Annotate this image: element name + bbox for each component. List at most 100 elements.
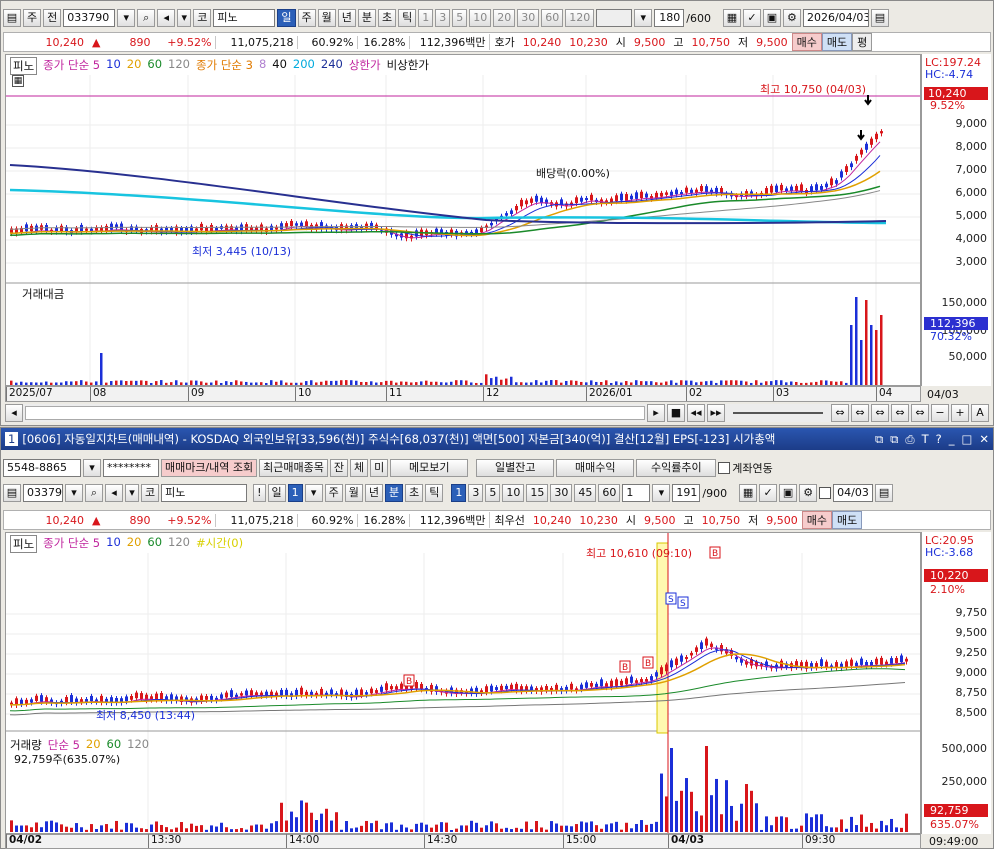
maximize-icon[interactable]: □ <box>961 432 972 447</box>
help-icon[interactable]: ? <box>936 432 942 447</box>
interval-3-button[interactable]: 3 <box>435 9 451 27</box>
fit-icon[interactable]: ⇔ <box>831 404 849 422</box>
count-input[interactable]: 191 <box>672 484 701 502</box>
stop-icon[interactable]: ■ <box>667 404 685 422</box>
calendar-icon[interactable]: ▤ <box>875 484 894 502</box>
interval-input[interactable]: 1 <box>622 484 651 502</box>
date-checkbox[interactable] <box>819 487 832 499</box>
chevron-down-icon[interactable]: ▾ <box>65 484 83 502</box>
interval-input[interactable] <box>596 9 633 27</box>
minimize-icon[interactable]: _ <box>949 432 955 447</box>
save-icon[interactable]: ▣ <box>762 9 781 27</box>
buy-button[interactable]: 매수 <box>801 511 832 529</box>
daily-balance-button[interactable]: 일별잔고 <box>476 459 555 477</box>
fit-icon[interactable]: ⇔ <box>851 404 869 422</box>
balance-checkbox[interactable]: 잔 <box>329 459 349 477</box>
trade-mark-lookup-button[interactable]: 매매마크/내역 조회 <box>161 459 258 477</box>
period-week-button[interactable]: 주 <box>324 484 343 502</box>
search-icon[interactable]: ⌕ <box>137 9 156 27</box>
interval-45-button[interactable]: 45 <box>574 484 597 502</box>
scroll-track[interactable] <box>25 406 645 420</box>
date-input[interactable]: 2026/04/03 <box>802 9 869 27</box>
interval-1-button[interactable]: 1 <box>451 484 467 502</box>
unit-tick-button[interactable]: 틱 <box>398 9 417 27</box>
font-icon[interactable]: T <box>922 432 929 447</box>
gear-icon[interactable]: ⚙ <box>782 9 801 27</box>
market-chevron[interactable]: ▾ <box>177 9 192 27</box>
chart-scrollbar[interactable]: ◂ ▸ ■ ◂◂ ▸▸ ⇔ ⇔ ⇔ ⇔ ⇔ − + A <box>5 404 989 422</box>
interval-20-button[interactable]: 20 <box>493 9 516 27</box>
period-day-button[interactable]: 일 <box>267 484 286 502</box>
menu-icon[interactable]: ▤ <box>3 484 21 502</box>
prev-button[interactable]: 전 <box>43 9 62 27</box>
sell-button[interactable]: 매도 <box>821 33 853 51</box>
fit-icon[interactable]: ⇔ <box>911 404 929 422</box>
unit-minute-button[interactable]: 분 <box>385 484 404 502</box>
gear-icon[interactable]: ⚙ <box>799 484 818 502</box>
interval-15-button[interactable]: 15 <box>526 484 549 502</box>
count-input[interactable]: 180 <box>654 9 685 27</box>
interval-3-button[interactable]: 3 <box>468 484 484 502</box>
unit-minute-button[interactable]: 분 <box>357 9 376 27</box>
chevron-down-icon[interactable]: ▾ <box>83 459 101 477</box>
text-icon[interactable]: A <box>971 404 989 422</box>
fast-back-icon[interactable]: ◂◂ <box>687 404 705 422</box>
menu-icon[interactable]: ▤ <box>3 9 21 27</box>
trade-profit-button[interactable]: 매매수익 <box>556 459 635 477</box>
account-link-checkbox[interactable] <box>718 462 731 474</box>
close-icon[interactable]: ✕ <box>979 432 989 447</box>
stock-code-input[interactable]: 033790 <box>23 484 63 502</box>
chevron-down-icon[interactable]: ▾ <box>634 9 653 27</box>
unit-second-button[interactable]: 초 <box>405 484 424 502</box>
window-titlebar[interactable]: 1 [0606] 자동일지차트(매매내역) - KOSDAQ 외국인보유[33,… <box>1 428 993 450</box>
plus-icon[interactable]: + <box>951 404 969 422</box>
period-n-button[interactable]: 1 <box>287 484 303 502</box>
stock-name-field[interactable]: 피노 <box>161 484 248 502</box>
check-icon[interactable]: ✓ <box>759 484 778 502</box>
link-icon[interactable]: ⧉ <box>875 432 883 447</box>
price-chart-area[interactable]: 피노 종가 단순 5 10 20 60 120 종가 단순 3 8 40 200… <box>5 54 921 386</box>
period-day-button[interactable]: 일 <box>277 9 296 27</box>
eval-button[interactable]: 평 <box>852 33 873 51</box>
scroll-left-icon[interactable]: ◂ <box>5 404 23 422</box>
executed-checkbox[interactable]: 체 <box>350 459 369 477</box>
recent-trades-button[interactable]: 최근매매종목 <box>259 459 328 477</box>
grid-icon[interactable]: ▦ <box>722 9 741 27</box>
interval-10-button[interactable]: 10 <box>502 484 525 502</box>
type-button[interactable]: 주 <box>23 9 42 27</box>
chevron-down-icon[interactable]: ▾ <box>117 9 136 27</box>
interval-30-button[interactable]: 30 <box>550 484 573 502</box>
interval-1-button[interactable]: 1 <box>418 9 434 27</box>
period-year-button[interactable]: 년 <box>364 484 384 502</box>
interval-60-button[interactable]: 60 <box>541 9 564 27</box>
calendar-icon[interactable]: ▤ <box>870 9 889 27</box>
sell-button[interactable]: 매도 <box>831 511 863 529</box>
speaker-icon[interactable]: ◂ <box>157 9 176 27</box>
chevron-down-icon[interactable]: ▾ <box>304 484 323 502</box>
speaker-icon[interactable]: ◂ <box>105 484 123 502</box>
chevron-down-icon[interactable]: ▾ <box>652 484 671 502</box>
return-trend-button[interactable]: 수익률추이 <box>636 459 717 477</box>
interval-5-button[interactable]: 5 <box>452 9 468 27</box>
period-month-button[interactable]: 월 <box>317 9 336 27</box>
interval-120-button[interactable]: 120 <box>565 9 595 27</box>
search-icon[interactable]: ⌕ <box>85 484 103 502</box>
unit-tick-button[interactable]: 틱 <box>425 484 444 502</box>
buy-button[interactable]: 매수 <box>791 33 822 51</box>
unit-second-button[interactable]: 초 <box>378 9 397 27</box>
zoom-slider[interactable] <box>733 412 823 414</box>
account-number-input[interactable]: 5548-8865 <box>3 459 81 477</box>
memo-button[interactable]: 메모보기 <box>390 459 469 477</box>
stock-code-input[interactable]: 033790 <box>63 9 116 27</box>
interval-30-button[interactable]: 30 <box>517 9 540 27</box>
copy-icon[interactable]: ⧉ <box>890 432 898 447</box>
market-chevron[interactable]: ▾ <box>125 484 139 502</box>
stock-name-field[interactable]: 피노 <box>213 9 276 27</box>
scroll-right-icon[interactable]: ▸ <box>647 404 665 422</box>
password-input[interactable]: ******** <box>103 459 159 477</box>
interval-60-button[interactable]: 60 <box>598 484 621 502</box>
period-year-button[interactable]: 년 <box>337 9 356 27</box>
period-week-button[interactable]: 주 <box>297 9 316 27</box>
check-icon[interactable]: ✓ <box>742 9 761 27</box>
fit-icon[interactable]: ⇔ <box>871 404 889 422</box>
